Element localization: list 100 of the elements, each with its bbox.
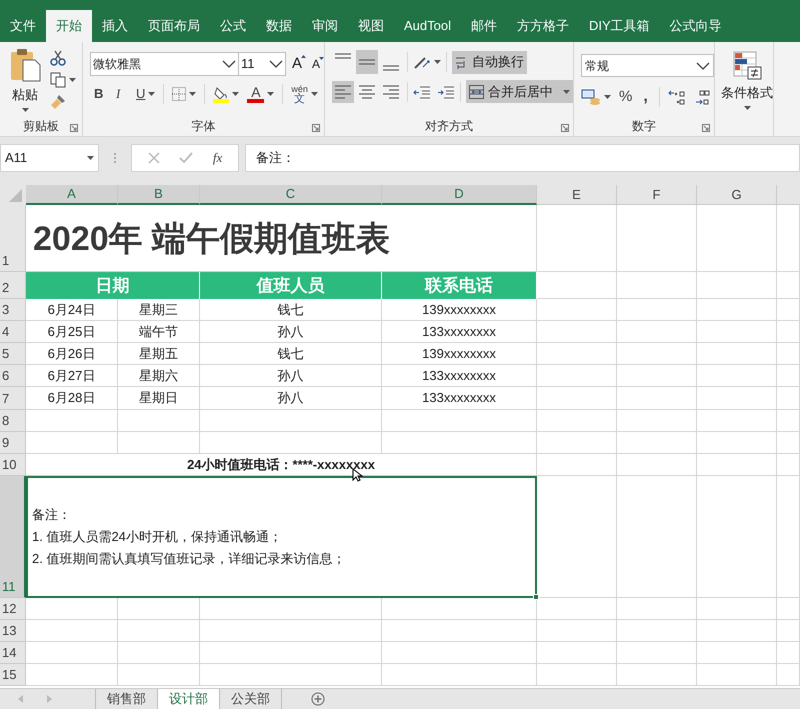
conditional-formatting-button[interactable]: 条件格式 [721, 50, 774, 110]
table-cell: 133xxxxxxxx [382, 321, 537, 343]
ribbon-tab[interactable]: 邮件 [460, 10, 507, 42]
font-color-button[interactable]: A [247, 86, 274, 102]
ribbon-tab[interactable]: 开始 [46, 10, 92, 42]
clipboard-icon [9, 48, 41, 82]
note-cell[interactable]: 备注： 1. 值班人员需24小时开机，保持通讯畅通； 2. 值班期间需认真填写值班记录，详细记录来访信息； [26, 476, 537, 598]
formula-input[interactable]: 备注： [245, 144, 800, 172]
row-header[interactable]: 10 [0, 454, 26, 476]
column-header[interactable]: C [200, 185, 382, 205]
row-header[interactable]: 11 [0, 476, 26, 598]
column-header[interactable]: F [617, 185, 697, 205]
number-format-field[interactable]: 常规 [581, 54, 714, 77]
merge-center-button[interactable]: 合并后居中 [466, 80, 574, 103]
italic-button[interactable]: I [116, 84, 128, 104]
wrap-text-button[interactable]: 自动换行 [452, 50, 528, 74]
empty-cell [777, 299, 800, 321]
increase-font-button[interactable]: A [292, 52, 306, 76]
empty-cell [777, 664, 800, 686]
copy-button[interactable] [50, 72, 76, 88]
paint-bucket-icon [213, 86, 230, 102]
ribbon-tab[interactable]: DIY工具箱 [578, 10, 660, 42]
dialog-launcher-icon[interactable] [561, 124, 570, 132]
increase-indent-icon[interactable] [437, 84, 456, 100]
caret-icon [310, 92, 318, 96]
increase-decimal-icon[interactable] [668, 88, 686, 106]
table-cell: 133xxxxxxxx [382, 387, 537, 410]
table-cell: 星期六 [118, 365, 200, 387]
row-header[interactable]: 14 [0, 642, 26, 664]
table-cell: 孙八 [200, 321, 382, 343]
check-icon[interactable] [179, 152, 194, 164]
decrease-indent-icon[interactable] [413, 84, 432, 100]
underline-button[interactable]: U [136, 84, 156, 104]
sheet-tab[interactable]: 设计部 [157, 689, 219, 709]
dialog-launcher-icon[interactable] [312, 124, 320, 132]
table-cell: 6月26日 [26, 343, 118, 365]
column-header[interactable]: D [382, 185, 537, 205]
money-icon [581, 89, 602, 105]
row-header[interactable]: 3 [0, 299, 26, 321]
insert-function-button[interactable]: fx [212, 148, 222, 168]
left-align-icon[interactable] [332, 80, 354, 102]
table-cell: 星期日 [118, 387, 200, 410]
comma-button[interactable]: , [640, 85, 651, 109]
caret-icon [232, 92, 240, 96]
middle-align-icon[interactable] [356, 50, 378, 74]
column-header[interactable]: G [697, 185, 777, 205]
name-box[interactable]: A11 [0, 144, 99, 172]
empty-cell [777, 410, 800, 432]
paste-button[interactable]: 粘贴 [6, 48, 44, 116]
dialog-launcher-icon[interactable] [702, 124, 710, 132]
sheet-tab[interactable]: 公关部 [219, 689, 281, 709]
phonetic-button[interactable]: wén 文 [291, 84, 318, 104]
bold-button[interactable]: B [94, 84, 108, 104]
ribbon-tab[interactable]: AudTool [394, 10, 461, 42]
ribbon-tab[interactable]: 视图 [348, 10, 394, 42]
hotline-text: 24小时值班电话：****-xxxxxxxx [26, 454, 537, 476]
paintbrush-icon[interactable] [50, 94, 66, 110]
table-cell: 6月25日 [26, 321, 118, 343]
row-header[interactable]: 1 [0, 205, 26, 272]
ribbon-tab[interactable]: 公式 [210, 10, 256, 42]
scissors-icon[interactable] [50, 50, 66, 66]
ribbon-tab[interactable]: 插入 [92, 10, 138, 42]
row-header[interactable]: 8 [0, 410, 26, 432]
row-header[interactable]: 6 [0, 365, 26, 387]
caret-icon [604, 95, 612, 99]
row-header[interactable]: 12 [0, 598, 26, 620]
decrease-decimal-icon[interactable] [694, 88, 712, 106]
decrease-font-button[interactable]: A [312, 55, 324, 73]
fill-handle[interactable] [533, 594, 539, 600]
merge-cells-icon [469, 84, 484, 98]
ribbon-tab[interactable]: 方方格子 [506, 10, 579, 42]
row-header[interactable]: 2 [0, 272, 26, 299]
ribbon-tab[interactable]: 数据 [256, 10, 302, 42]
borders-button[interactable] [172, 87, 196, 101]
row-header[interactable]: 15 [0, 664, 26, 686]
row-header[interactable]: 5 [0, 343, 26, 365]
row-header[interactable]: 9 [0, 432, 26, 454]
column-header[interactable]: E [537, 185, 617, 205]
ribbon-tab[interactable]: 公式向导 [660, 10, 732, 42]
caret-icon [148, 92, 156, 96]
percent-button[interactable]: % [619, 86, 632, 108]
caret-icon [744, 106, 751, 110]
empty-cell [777, 598, 800, 620]
add-sheet-icon[interactable] [311, 692, 325, 706]
table-cell: 钱七 [200, 299, 382, 321]
row-header[interactable]: 7 [0, 387, 26, 410]
row-header[interactable]: 13 [0, 620, 26, 642]
column-header[interactable]: A [26, 185, 118, 205]
column-header[interactable]: B [118, 185, 200, 205]
table-cell: 钱七 [200, 343, 382, 365]
ribbon-tab[interactable]: 文件 [0, 10, 46, 42]
table-cell: 6月24日 [26, 299, 118, 321]
ribbon-tab[interactable]: 页面布局 [138, 10, 210, 42]
table-cell: 端午节 [118, 321, 200, 343]
accounting-format-button[interactable] [581, 89, 612, 105]
ribbon-tab[interactable]: 审阅 [302, 10, 348, 42]
dialog-launcher-icon[interactable] [70, 124, 78, 132]
fill-color-button[interactable] [213, 86, 240, 102]
empty-cell [777, 387, 800, 410]
row-header[interactable]: 4 [0, 321, 26, 343]
